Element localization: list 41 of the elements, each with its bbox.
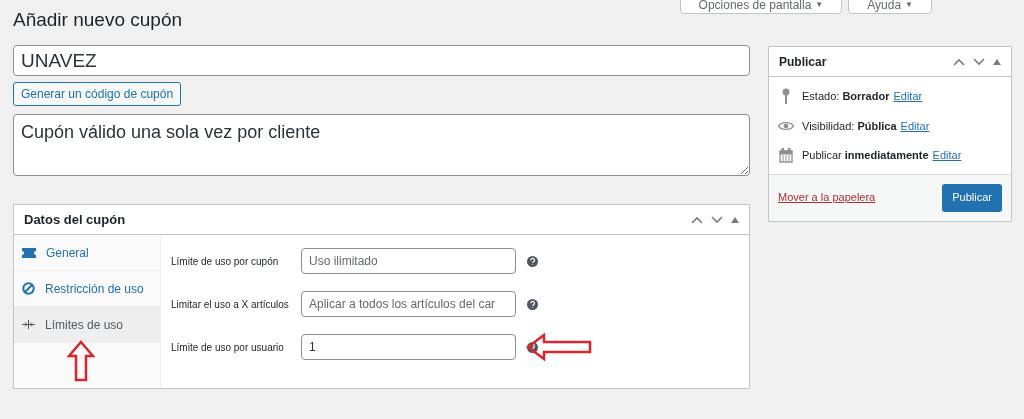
eye-icon — [778, 120, 794, 131]
panel-title: Datos del cupón — [24, 210, 126, 229]
arrow-left-icon — [526, 333, 592, 361]
generate-code-button[interactable]: Generar un código de cupón — [13, 82, 182, 106]
panel-tab[interactable]: Límites de uso — [14, 307, 160, 343]
input-field[interactable]: Aplicar a todos los artículos del car — [301, 291, 516, 317]
dropdown-tab[interactable]: Ayuda ▼ — [848, 0, 932, 14]
publish-button[interactable]: Publicar — [942, 183, 1002, 212]
status-text: Estado: Borrador — [802, 89, 890, 104]
ticket-icon — [22, 247, 36, 258]
pin-icon — [781, 88, 791, 105]
chevron-up-icon[interactable] — [691, 215, 703, 224]
coupon-code-field[interactable]: UNAVEZ — [13, 45, 750, 76]
chevron-down-icon[interactable] — [711, 215, 723, 224]
ban-icon — [22, 282, 35, 295]
edit-link[interactable]: Editar — [893, 88, 923, 105]
triangle-up-icon[interactable] — [731, 216, 739, 223]
status-text: Publicar inmediatamente — [802, 148, 929, 163]
page-title: Añadir nuevo cupón — [13, 8, 182, 32]
help-icon[interactable] — [527, 341, 538, 353]
trash-link[interactable]: Mover a la papelera — [778, 189, 876, 206]
help-icon[interactable] — [527, 298, 538, 310]
chevron-down-icon[interactable] — [973, 57, 985, 66]
input-field[interactable]: 1 — [301, 334, 516, 360]
field-label: Límite de uso por cupón — [171, 254, 280, 269]
panel-title: Publicar — [779, 53, 827, 71]
field-label: Limitar el uso a X artículos — [171, 297, 290, 312]
edit-link[interactable]: Editar — [932, 147, 962, 164]
panel-tab[interactable]: General — [14, 235, 160, 271]
input-field[interactable]: Uso ilimitado — [301, 248, 516, 274]
triangle-up-icon[interactable] — [993, 58, 1001, 65]
description-field[interactable]: Cupón válido una sola vez por cliente — [13, 114, 750, 176]
arrow-up-icon — [67, 340, 95, 382]
help-icon[interactable] — [527, 255, 538, 267]
dropdown-tab[interactable]: Opciones de pantalla ▼ — [679, 0, 843, 14]
calendar-icon — [779, 147, 793, 163]
limits-icon — [22, 318, 35, 331]
field-label: Límite de uso por usuario — [171, 340, 285, 355]
chevron-up-icon[interactable] — [953, 57, 965, 66]
edit-link[interactable]: Editar — [900, 117, 930, 134]
status-text: Visibilidad: Pública — [802, 118, 897, 134]
